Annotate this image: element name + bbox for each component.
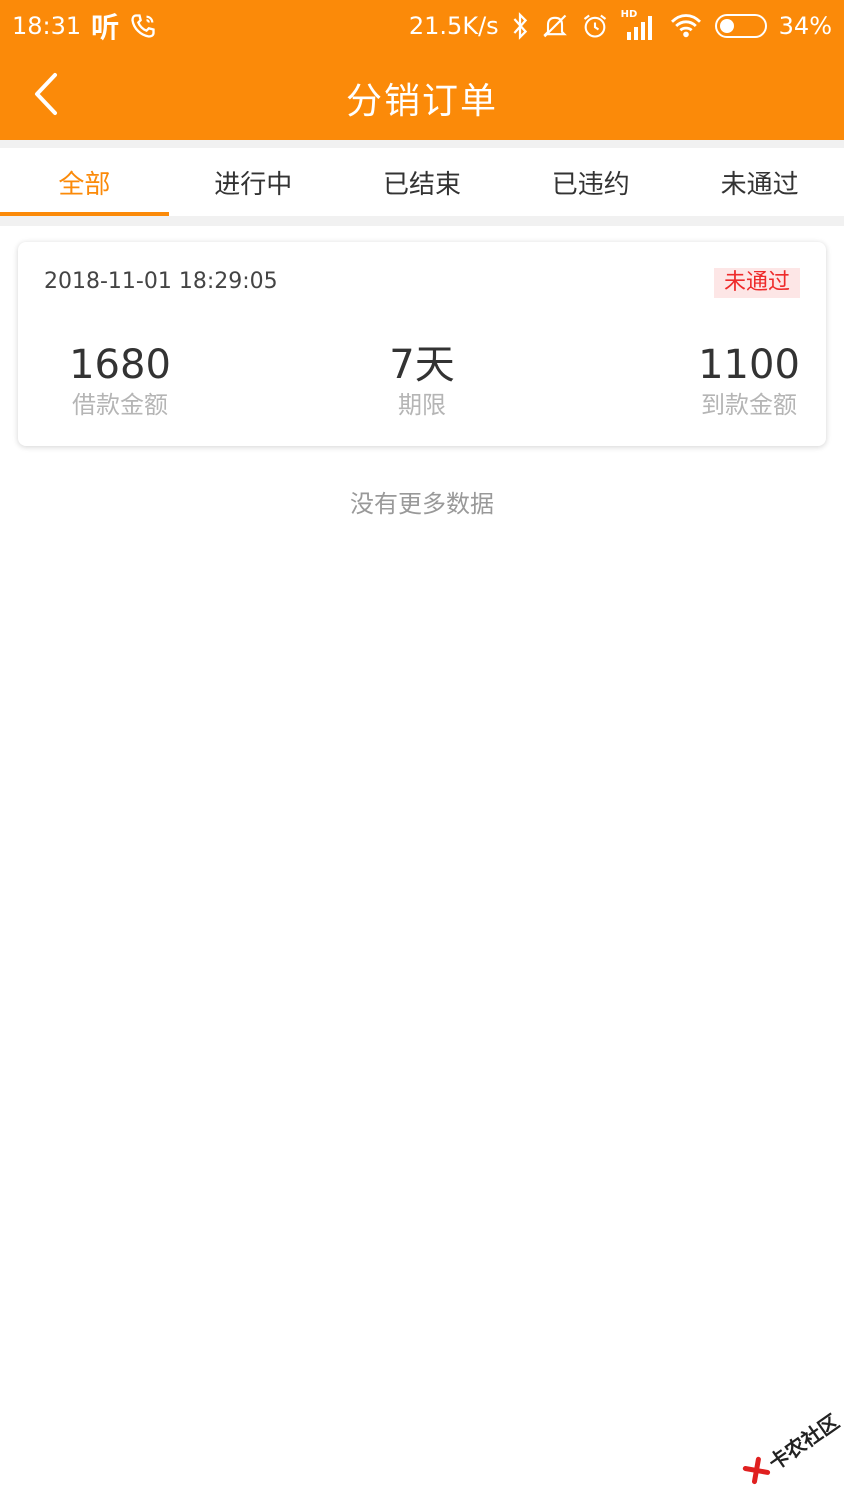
call-icon — [129, 11, 157, 41]
order-card[interactable]: 2018-11-01 18:29:05 未通过 1680 借款金额 7天 期限 … — [18, 242, 826, 446]
status-left: 18:31 听 — [12, 6, 157, 46]
battery-fill — [719, 19, 734, 33]
status-right: 21.5K/s HD 34% — [408, 9, 832, 41]
bluetooth-icon — [511, 11, 529, 41]
alarm-icon — [581, 11, 609, 41]
status-bar: 18:31 听 21.5K/s HD 34% — [0, 0, 844, 52]
tab-label: 已违约 — [551, 169, 630, 200]
app-header: 18:31 听 21.5K/s HD 34% 分销订单 — [0, 0, 844, 140]
term-stat: 7天 期限 — [372, 340, 472, 420]
loan-amount-value: 1680 — [69, 342, 171, 388]
tab-ended[interactable]: 已结束 — [338, 148, 507, 216]
listen-app-icon: 听 — [91, 11, 120, 44]
network-speed: 21.5K/s — [408, 12, 499, 40]
tab-rejected[interactable]: 未通过 — [675, 148, 844, 216]
status-time: 18:31 — [12, 12, 82, 40]
tab-defaulted[interactable]: 已违约 — [506, 148, 675, 216]
mute-bell-icon — [541, 11, 569, 41]
loan-amount-label: 借款金额 — [72, 391, 168, 419]
received-amount-label: 到款金额 — [701, 391, 797, 419]
tabs-top-gap — [0, 140, 844, 148]
term-value: 7天 — [389, 342, 455, 388]
order-datetime: 2018-11-01 18:29:05 — [44, 269, 278, 294]
tab-label: 已结束 — [382, 169, 461, 200]
status-badge: 未通过 — [713, 268, 800, 298]
tab-all[interactable]: 全部 — [0, 148, 169, 216]
tab-label: 未通过 — [720, 169, 799, 200]
page-title: 分销订单 — [345, 81, 498, 122]
title-bar: 分销订单 — [0, 52, 844, 140]
tab-in-progress[interactable]: 进行中 — [169, 148, 338, 216]
tab-label: 全部 — [58, 169, 111, 200]
tabs-divider — [0, 216, 844, 226]
received-amount-stat: 1100 到款金额 — [694, 340, 804, 420]
filter-tabs: 全部 进行中 已结束 已违约 未通过 — [0, 148, 844, 216]
wifi-icon — [669, 11, 703, 41]
battery-percent: 34% — [778, 12, 832, 40]
signal-hd-label: HD — [620, 9, 638, 20]
term-label: 期限 — [398, 391, 446, 419]
cellular-signal-icon: HD — [620, 9, 657, 41]
no-more-data-text: 没有更多数据 — [350, 490, 494, 518]
watermark-text: 卡农社区 — [763, 1408, 844, 1475]
tab-label: 进行中 — [214, 169, 293, 200]
loan-amount-stat: 1680 借款金额 — [44, 340, 196, 420]
battery-icon — [714, 14, 767, 38]
watermark: 卡农社区 — [729, 1388, 844, 1500]
received-amount-value: 1100 — [698, 342, 800, 388]
